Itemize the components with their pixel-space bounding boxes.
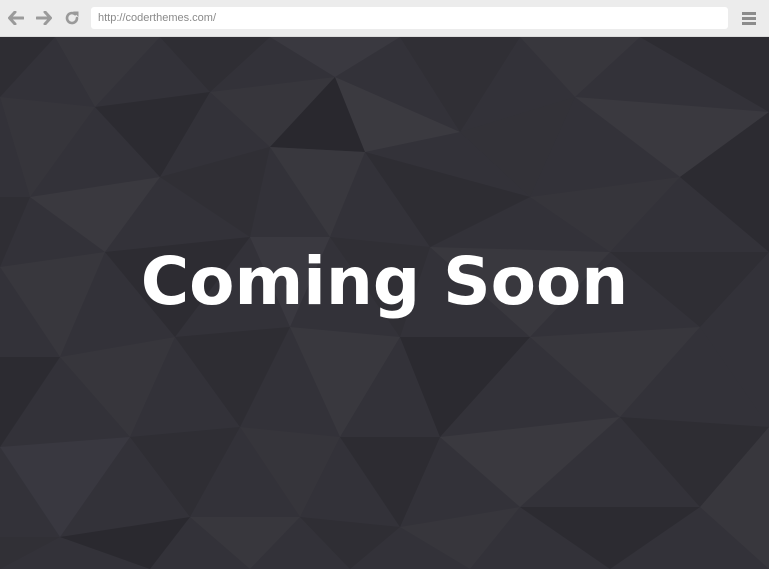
arrow-right-icon bbox=[36, 11, 52, 25]
arrow-left-icon bbox=[8, 11, 24, 25]
browser-window: http://coderthemes.com/ Coming Soon bbox=[0, 0, 769, 569]
coming-soon-heading: Coming Soon bbox=[140, 243, 629, 320]
reload-button[interactable] bbox=[62, 8, 82, 28]
back-button[interactable] bbox=[6, 8, 26, 28]
address-bar[interactable]: http://coderthemes.com/ bbox=[91, 7, 728, 29]
browser-toolbar: http://coderthemes.com/ bbox=[0, 0, 769, 37]
reload-icon bbox=[65, 11, 79, 25]
page-viewport: Coming Soon bbox=[0, 37, 769, 569]
hamburger-menu-icon bbox=[742, 11, 756, 25]
forward-button[interactable] bbox=[34, 8, 54, 28]
menu-button[interactable] bbox=[739, 8, 759, 28]
